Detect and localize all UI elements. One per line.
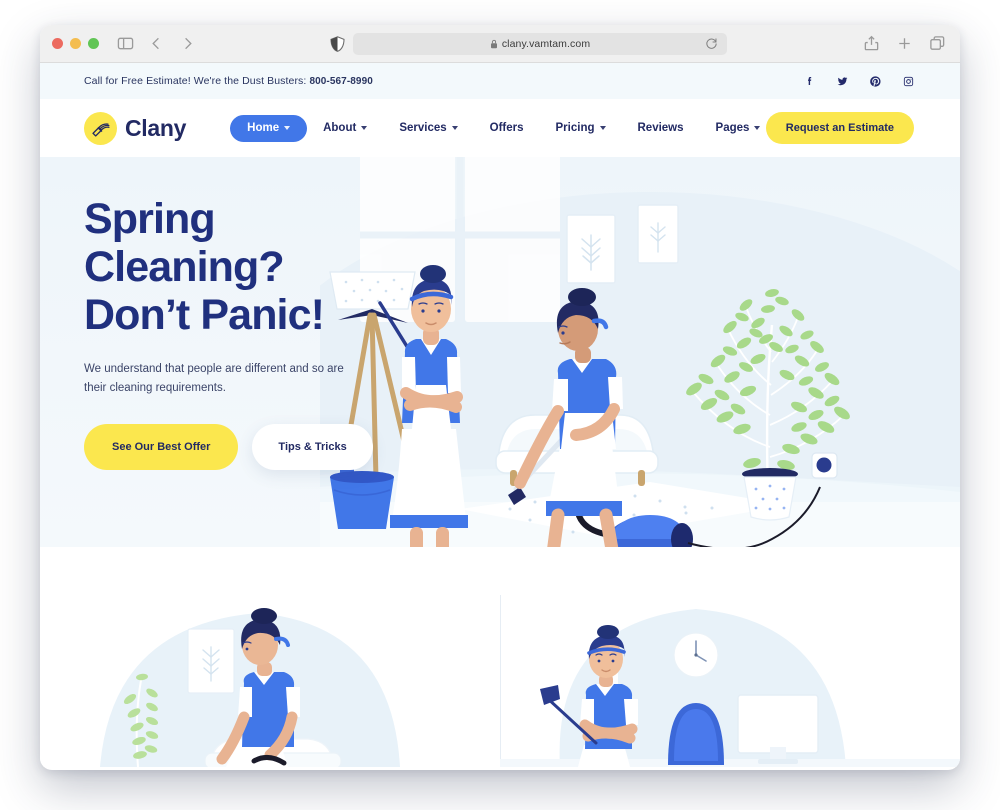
phone-number: 800-567-8990: [309, 76, 373, 87]
contact-message: Call for Free Estimate! We're the Dust B…: [84, 75, 373, 87]
hero-title-line-3: Don’t Panic!: [84, 291, 325, 340]
reload-icon[interactable]: [705, 37, 718, 50]
hero-title-line-1: Spring: [84, 195, 216, 243]
instagram-icon[interactable]: [902, 75, 915, 88]
nav-item-pages-label: Pages: [715, 122, 750, 134]
hero-illustration: [320, 157, 960, 547]
url-text: clany.vamtam.com: [501, 38, 591, 50]
hero-subtitle: We understand that people are different …: [84, 363, 344, 395]
browser-window: clany.vamtam.com Call for Free Estimate!…: [40, 25, 960, 770]
hero-section: Spring Cleaning? Don’t Panic! We underst…: [40, 157, 960, 547]
nav-item-about-label: About: [323, 122, 357, 134]
nav-item-home[interactable]: Home: [230, 114, 308, 142]
nav-item-offers[interactable]: Offers: [474, 122, 540, 134]
chevron-down-icon: [284, 126, 291, 130]
chevron-down-icon: [361, 126, 368, 130]
feature-card-right[interactable]: [500, 547, 960, 767]
facebook-icon[interactable]: [803, 75, 816, 88]
back-arrow-icon[interactable]: [148, 35, 165, 52]
lock-icon: [490, 39, 497, 49]
twitter-icon[interactable]: [836, 75, 849, 88]
privacy-shield-icon[interactable]: [330, 36, 345, 57]
feature-right-illustration: [500, 609, 960, 767]
minimize-window-button[interactable]: [70, 38, 81, 49]
feature-card-left[interactable]: [40, 547, 500, 767]
chevron-down-icon: [754, 126, 761, 130]
close-window-button[interactable]: [52, 38, 63, 49]
tab-overview-icon[interactable]: [929, 35, 946, 52]
social-links: [803, 75, 915, 88]
main-menu: Home About Services Offers Pricing Revie…: [230, 114, 777, 142]
pinterest-icon[interactable]: [869, 75, 882, 88]
sidebar-toggle-icon[interactable]: [117, 35, 134, 52]
see-our-best-offer-button[interactable]: See Our Best Offer: [84, 423, 239, 470]
chrome-right-actions: [863, 35, 946, 52]
nav-item-reviews[interactable]: Reviews: [622, 122, 700, 134]
nav-item-offers-label: Offers: [489, 122, 524, 134]
nav-item-pages[interactable]: Pages: [700, 122, 777, 134]
hero-copy: Spring Cleaning? Don’t Panic! We underst…: [84, 195, 394, 470]
address-bar[interactable]: clany.vamtam.com: [353, 33, 727, 55]
nav-item-services-label: Services: [399, 122, 447, 134]
chevron-down-icon: [451, 126, 458, 130]
chevron-down-icon: [599, 126, 606, 130]
brand-name: Clany: [125, 114, 187, 141]
nav-item-pricing[interactable]: Pricing: [540, 122, 622, 134]
nav-item-home-label: Home: [247, 122, 280, 134]
feature-strip: [40, 547, 960, 767]
feature-left-illustration: [100, 608, 400, 767]
announcement-bar: Call for Free Estimate! We're the Dust B…: [40, 63, 960, 99]
nav-buttons: [148, 35, 196, 52]
window-controls: [52, 38, 99, 49]
nav-item-services[interactable]: Services: [383, 122, 473, 134]
broom-icon: [84, 111, 117, 145]
logo[interactable]: Clany: [84, 111, 187, 145]
contact-message-text: Call for Free Estimate! We're the Dust B…: [84, 75, 310, 87]
plus-icon[interactable]: [896, 35, 913, 52]
hero-title-line-2: Cleaning?: [84, 243, 285, 292]
maximize-window-button[interactable]: [88, 38, 99, 49]
nav-item-reviews-label: Reviews: [637, 122, 684, 134]
site-navigation: Clany Home About Services Offers Pricing: [40, 99, 960, 157]
nav-item-pricing-label: Pricing: [555, 122, 595, 134]
forward-arrow-icon[interactable]: [179, 35, 196, 52]
page-title: Spring Cleaning? Don’t Panic!: [84, 195, 394, 339]
request-estimate-button[interactable]: Request an Estimate: [765, 112, 914, 144]
hero-actions: See Our Best Offer Tips & Tricks: [84, 423, 394, 470]
tips-and-tricks-button[interactable]: Tips & Tricks: [252, 423, 373, 470]
nav-item-about[interactable]: About: [307, 122, 383, 134]
browser-chrome: clany.vamtam.com: [40, 25, 960, 63]
share-icon[interactable]: [863, 35, 880, 52]
